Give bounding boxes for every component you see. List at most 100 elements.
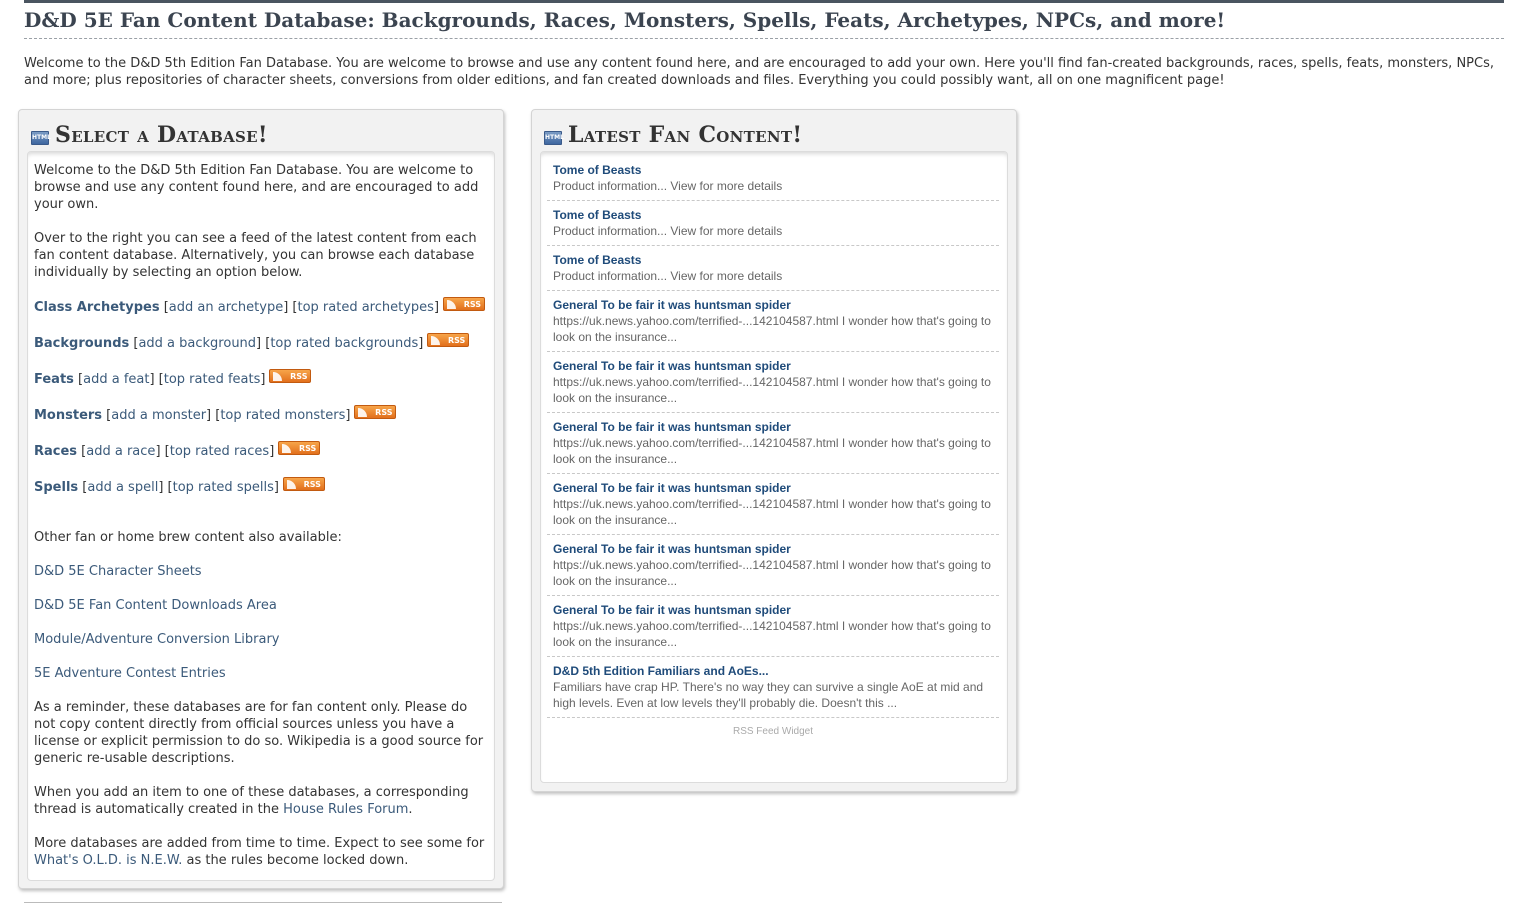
- feed-note: Over to the right you can see a feed of …: [34, 231, 477, 280]
- add-link[interactable]: add a race: [86, 444, 155, 459]
- top-rated-link[interactable]: top rated spells: [173, 480, 274, 495]
- divider: [24, 902, 502, 903]
- more-note-text: More databases are added from time to ti…: [34, 836, 485, 851]
- feed-footer[interactable]: RSS Feed Widget: [547, 718, 999, 737]
- rss-label: RSS: [447, 336, 466, 345]
- add-link[interactable]: add an archetype: [169, 300, 283, 315]
- select-database-panel: HTML Select a Database! Welcome to the D…: [18, 109, 504, 889]
- database-row: Spells [add a spell] [top rated spells] R…: [34, 477, 486, 515]
- rss-button[interactable]: RSS: [282, 477, 325, 491]
- reminder-text: As a reminder, these databases are for f…: [34, 700, 484, 766]
- feed-item-description: Product information... View for more det…: [553, 224, 783, 238]
- feed-item: General To be fair it was huntsman spide…: [547, 413, 999, 474]
- thread-note-end: .: [408, 802, 413, 817]
- panel-title: Latest Fan Content!: [568, 122, 803, 148]
- rss-button[interactable]: RSS: [443, 297, 486, 311]
- feed-item-title[interactable]: Tome of Beasts: [553, 252, 993, 268]
- top-rated-link[interactable]: top rated monsters: [220, 408, 345, 423]
- feed-item-description: https://uk.news.yahoo.com/terrified-...1…: [553, 619, 991, 649]
- feed-item-title[interactable]: Tome of Beasts: [553, 162, 993, 178]
- panel-header: HTML Select a Database!: [31, 120, 268, 150]
- feed-item: General To be fair it was huntsman spide…: [547, 596, 999, 657]
- rss-label: RSS: [375, 408, 393, 417]
- rss-button[interactable]: RSS: [278, 441, 321, 455]
- old-is-new-link[interactable]: What's O.L.D. is N.E.W.: [34, 853, 182, 868]
- html-icon: HTML: [544, 131, 564, 145]
- other-content-link[interactable]: 5E Adventure Contest Entries: [34, 665, 486, 682]
- add-link[interactable]: add a feat: [83, 372, 149, 387]
- rss-icon: [286, 480, 296, 489]
- feed-item-description: https://uk.news.yahoo.com/terrified-...1…: [553, 375, 991, 405]
- feed-body: Tome of Beasts Product information... Vie…: [540, 151, 1008, 783]
- feed-item-title[interactable]: General To be fair it was huntsman spide…: [553, 419, 993, 435]
- feed-item-description: Familiars have crap HP. There's no way t…: [553, 680, 984, 710]
- database-row: Backgrounds [add a background] [top rate…: [34, 333, 486, 371]
- top-rated-link[interactable]: top rated backgrounds: [270, 336, 418, 351]
- other-content-link[interactable]: D&D 5E Fan Content Downloads Area: [34, 597, 486, 614]
- top-rated-link[interactable]: top rated races: [170, 444, 269, 459]
- feed-item: General To be fair it was huntsman spide…: [547, 352, 999, 413]
- rss-button[interactable]: RSS: [354, 405, 397, 419]
- feed-item-title[interactable]: General To be fair it was huntsman spide…: [553, 541, 993, 557]
- top-rated-link[interactable]: top rated feats: [164, 372, 261, 387]
- database-link[interactable]: Monsters: [34, 408, 102, 423]
- rss-button[interactable]: RSS: [269, 369, 312, 383]
- rss-label: RSS: [298, 444, 317, 453]
- feed-item-title[interactable]: General To be fair it was huntsman spide…: [553, 297, 993, 313]
- rss-label: RSS: [303, 480, 321, 489]
- other-links: D&D 5E Character Sheets D&D 5E Fan Conten…: [34, 563, 486, 682]
- feed-item-title[interactable]: D&D 5th Edition Familiars and AoEs...: [553, 663, 993, 679]
- feed-item: General To be fair it was huntsman spide…: [547, 535, 999, 596]
- welcome-text: Welcome to the D&D 5th Edition Fan Datab…: [34, 163, 479, 212]
- feed-item-description: https://uk.news.yahoo.com/terrified-...1…: [553, 558, 991, 588]
- database-row: Monsters [add a monster] [top rated mons…: [34, 405, 486, 443]
- database-row: Class Archetypes [add an archetype] [top…: [34, 297, 486, 335]
- feed-item: General To be fair it was huntsman spide…: [547, 474, 999, 535]
- feed-item: Tome of Beasts Product information... Vie…: [547, 201, 999, 246]
- page-intro: Welcome to the D&D 5th Edition Fan Datab…: [24, 56, 1494, 88]
- feed-item-description: https://uk.news.yahoo.com/terrified-...1…: [553, 436, 991, 466]
- feed-item-title[interactable]: Tome of Beasts: [553, 207, 993, 223]
- more-note: More databases are added from time to ti…: [34, 835, 486, 869]
- rss-feed: Tome of Beasts Product information... Vie…: [547, 156, 999, 737]
- feed-item-description: Product information... View for more det…: [553, 179, 783, 193]
- panel-header: HTML Latest Fan Content!: [544, 120, 802, 150]
- feed-item: Tome of Beasts Product information... Vie…: [547, 246, 999, 291]
- feed-item: D&D 5th Edition Familiars and AoEs... Fam…: [547, 657, 999, 718]
- database-link[interactable]: Spells: [34, 480, 78, 495]
- feed-item: General To be fair it was huntsman spide…: [547, 291, 999, 352]
- rss-icon: [431, 336, 441, 345]
- rss-icon: [358, 408, 368, 417]
- feed-item-title[interactable]: General To be fair it was huntsman spide…: [553, 358, 993, 374]
- top-rated-link[interactable]: top rated archetypes: [297, 300, 433, 315]
- panel-title: Select a Database!: [55, 122, 268, 148]
- rss-icon: [447, 300, 457, 309]
- rss-button[interactable]: RSS: [427, 333, 470, 347]
- html-icon: HTML: [31, 131, 51, 145]
- rss-label: RSS: [463, 300, 482, 309]
- rss-label: RSS: [290, 372, 308, 381]
- other-content-link[interactable]: Module/Adventure Conversion Library: [34, 631, 486, 648]
- feed-item: Tome of Beasts Product information... Vie…: [547, 156, 999, 201]
- feed-item-title[interactable]: General To be fair it was huntsman spide…: [553, 480, 993, 496]
- more-note-end: as the rules become locked down.: [182, 853, 409, 868]
- database-list: Class Archetypes [add an archetype] [top…: [34, 297, 486, 515]
- top-border: [24, 0, 1504, 3]
- add-link[interactable]: add a spell: [87, 480, 158, 495]
- add-link[interactable]: add a monster: [111, 408, 206, 423]
- database-row: Feats [add a feat] [top rated feats] RSS: [34, 369, 486, 407]
- house-rules-forum-link[interactable]: House Rules Forum: [283, 802, 408, 817]
- database-link[interactable]: Backgrounds: [34, 336, 129, 351]
- feed-item-description: Product information... View for more det…: [553, 269, 783, 283]
- database-link[interactable]: Races: [34, 444, 77, 459]
- latest-content-panel: HTML Latest Fan Content! Tome of Beasts P…: [531, 109, 1017, 792]
- feed-item-title[interactable]: General To be fair it was huntsman spide…: [553, 602, 993, 618]
- feed-item-description: https://uk.news.yahoo.com/terrified-...1…: [553, 497, 991, 527]
- database-link[interactable]: Feats: [34, 372, 74, 387]
- rss-icon: [282, 444, 292, 453]
- add-link[interactable]: add a background: [138, 336, 256, 351]
- thread-note: When you add an item to one of these dat…: [34, 784, 486, 818]
- database-row: Races [add a race] [top rated races] RSS: [34, 441, 486, 479]
- database-link[interactable]: Class Archetypes: [34, 300, 160, 315]
- other-content-link[interactable]: D&D 5E Character Sheets: [34, 563, 486, 580]
